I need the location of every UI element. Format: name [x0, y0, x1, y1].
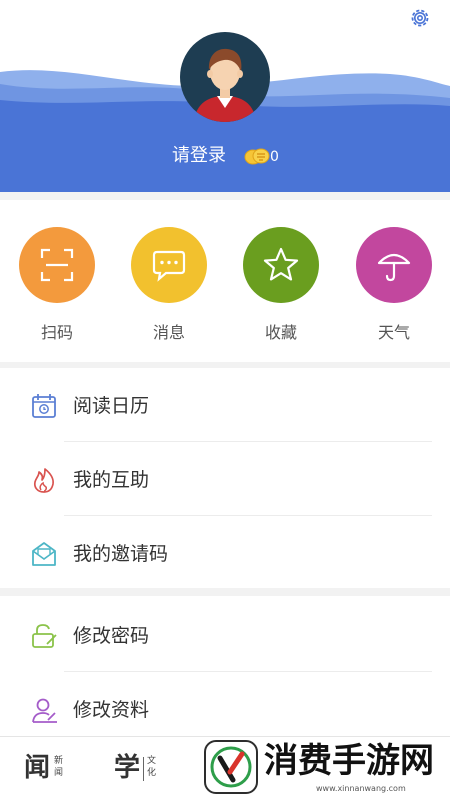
star-icon	[263, 247, 299, 281]
action-weather-label: 天气	[377, 323, 410, 342]
menu-reading-calendar-label: 阅读日历	[73, 395, 150, 417]
settings-gear-icon[interactable]	[408, 6, 432, 30]
tab-news[interactable]: 闻 新闻	[24, 749, 74, 789]
action-scan-circle[interactable]	[19, 227, 95, 303]
coin-icon	[244, 148, 270, 165]
umbrella-icon	[377, 253, 411, 282]
menu-edit-profile-label: 修改资料	[73, 699, 150, 721]
lock-icon	[32, 624, 57, 648]
action-weather[interactable]: 天气	[356, 227, 432, 343]
action-favorite[interactable]: 收藏	[243, 227, 319, 343]
tab-culture-label: 文化	[147, 756, 157, 778]
tab-culture-glyph: 学	[114, 753, 141, 783]
action-favorite-circle[interactable]	[243, 227, 319, 303]
avatar[interactable]	[180, 32, 270, 122]
watermark-logo-icon	[204, 740, 258, 794]
menu-reading-calendar[interactable]: 阅读日历	[0, 368, 450, 442]
user-edit-icon	[32, 698, 57, 723]
menu-change-password-label: 修改密码	[73, 625, 150, 647]
profile-header: 请登录 0	[0, 0, 450, 192]
action-weather-circle[interactable]	[356, 227, 432, 303]
coin-count: 0	[270, 149, 279, 165]
action-scan-label: 扫码	[40, 323, 73, 342]
menu-my-invite-code[interactable]: 我的邀请码	[0, 516, 450, 590]
menu-my-mutual-help[interactable]: 我的互助	[0, 442, 450, 516]
action-message-circle[interactable]	[131, 227, 207, 303]
menu-my-mutual-help-label: 我的互助	[73, 469, 150, 491]
quick-actions: 扫码 消息 收藏 天气	[0, 200, 450, 360]
menu-change-password[interactable]: 修改密码	[0, 598, 450, 672]
message-icon	[152, 250, 186, 282]
action-favorite-label: 收藏	[264, 323, 297, 342]
avatar-person-icon	[180, 32, 270, 122]
tab-news-label: 新闻	[54, 756, 64, 778]
section-gap	[0, 192, 450, 200]
tab-news-glyph: 闻	[24, 753, 51, 783]
calendar-icon	[32, 394, 56, 418]
menu-edit-profile[interactable]: 修改资料	[0, 672, 450, 746]
watermark-url: www.xinnanwang.com	[316, 784, 406, 793]
watermark-title: 消费手游网	[264, 741, 434, 781]
action-message-label: 消息	[152, 323, 185, 342]
menu-my-invite-code-label: 我的邀请码	[73, 543, 169, 565]
tab-culture[interactable]: 学 文化	[114, 749, 164, 789]
envelope-icon	[32, 542, 56, 566]
tab-culture-divider	[143, 757, 144, 781]
action-message[interactable]: 消息	[131, 227, 207, 343]
login-row: 请登录 0	[0, 144, 450, 168]
watermark: 消费手游网 www.xinnanwang.com	[198, 740, 450, 800]
section-divider	[0, 588, 450, 596]
login-link[interactable]: 请登录	[172, 144, 226, 168]
flame-icon	[33, 468, 54, 493]
action-scan[interactable]: 扫码	[19, 227, 95, 343]
scan-icon	[40, 248, 74, 282]
